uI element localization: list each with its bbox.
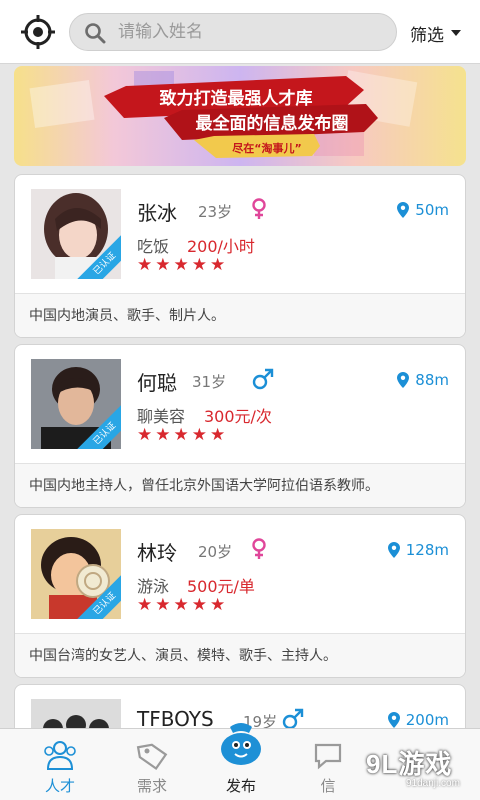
tab-publish[interactable]: 发布 [193,723,289,800]
distance-value: 88m [415,371,449,389]
banner-line-2: 最全面的信息发布圈 [196,113,349,134]
talent-price: 300元/次 [204,407,272,426]
distance: 50m [397,201,449,219]
talent-name: 林玲 [137,541,177,565]
search-input[interactable] [118,18,378,46]
avatar[interactable]: 已认证 [31,529,121,619]
location-pin-icon [387,542,400,558]
location-pin-icon [397,372,410,388]
top-header: 筛选 [0,0,480,64]
talent-skill: 游泳 [137,577,170,596]
chat-icon [314,743,342,770]
location-pin-icon [387,712,400,728]
talent-name: 张冰 [137,201,177,225]
distance: 200m [387,711,449,729]
male-icon [252,368,274,390]
tab-label: 需求 [136,777,167,795]
site-watermark: 9L游戏 91danji.com [366,744,476,796]
avatar[interactable]: 已认证 [31,189,121,279]
tab-talent[interactable]: 人才 [12,729,108,800]
filter-label: 筛选 [410,25,444,46]
talent-description: 中国内地演员、歌手、制片人。 [15,293,465,337]
tab-demand[interactable]: 需求 [104,729,200,800]
tab-label: 人才 [44,777,75,795]
distance: 88m [397,371,449,389]
watermark-logo-text: 9L游戏 [366,749,453,779]
talent-card[interactable]: 已认证 何聪 31岁 88m 聊美容 300元/次 ★★★★★ 中国内地主持人，… [14,344,466,508]
talent-price: 200/小时 [187,237,255,256]
filter-dropdown[interactable]: 筛选 [410,20,461,46]
rating-stars: ★★★★★ [137,595,229,615]
talent-price: 500元/单 [187,577,255,596]
publish-bag-icon [221,723,261,765]
talent-age: 31岁 [192,373,227,391]
avatar[interactable]: 已认证 [31,359,121,449]
talent-age: 23岁 [198,203,233,221]
people-icon [44,741,76,770]
banner-line-1: 致力打造最强人才库 [160,88,313,109]
talent-description: 中国台湾的女艺人、演员、模特、歌手、主持人。 [15,633,465,677]
search-icon [85,23,106,44]
tab-label: 信 [320,777,336,795]
talent-skill: 聊美容 [137,407,186,426]
rating-stars: ★★★★★ [137,425,229,445]
female-icon [252,538,266,559]
search-bar[interactable] [69,13,397,51]
talent-skill: 吃饭 [137,237,170,256]
talent-name: 何聪 [137,371,177,395]
talent-card[interactable]: 已认证 张冰 23岁 50m 吃饭 200/小时 ★★★★★ 中国内地演员、歌手… [14,174,466,338]
distance: 128m [387,541,449,559]
female-icon [252,198,266,219]
tab-label: 发布 [225,777,256,795]
banner-line-3: 尽在“淘事儿” [232,141,301,155]
tag-icon [136,743,168,771]
rating-stars: ★★★★★ [137,255,229,275]
location-pin-icon [397,202,410,218]
promo-banner[interactable]: 致力打造最强人才库 最全面的信息发布圈 尽在“淘事儿” [14,66,466,166]
talent-description: 中国内地主持人，曾任北京外国语大学阿拉伯语系教师。 [15,463,465,507]
talent-age: 20岁 [198,543,233,561]
banner-graphic: 致力打造最强人才库 最全面的信息发布圈 尽在“淘事儿” [29,70,418,158]
tab-message[interactable]: 信 [280,729,376,800]
distance-value: 128m [405,541,449,559]
distance-value: 50m [415,201,449,219]
watermark-url: 91danji.com [406,778,460,789]
distance-value: 200m [405,711,449,729]
talent-card[interactable]: 已认证 林玲 20岁 128m 游泳 500元/单 ★★★★★ 中国台湾的女艺人… [14,514,466,678]
caret-down-icon [451,30,461,36]
locate-crosshair-icon[interactable] [20,14,56,50]
